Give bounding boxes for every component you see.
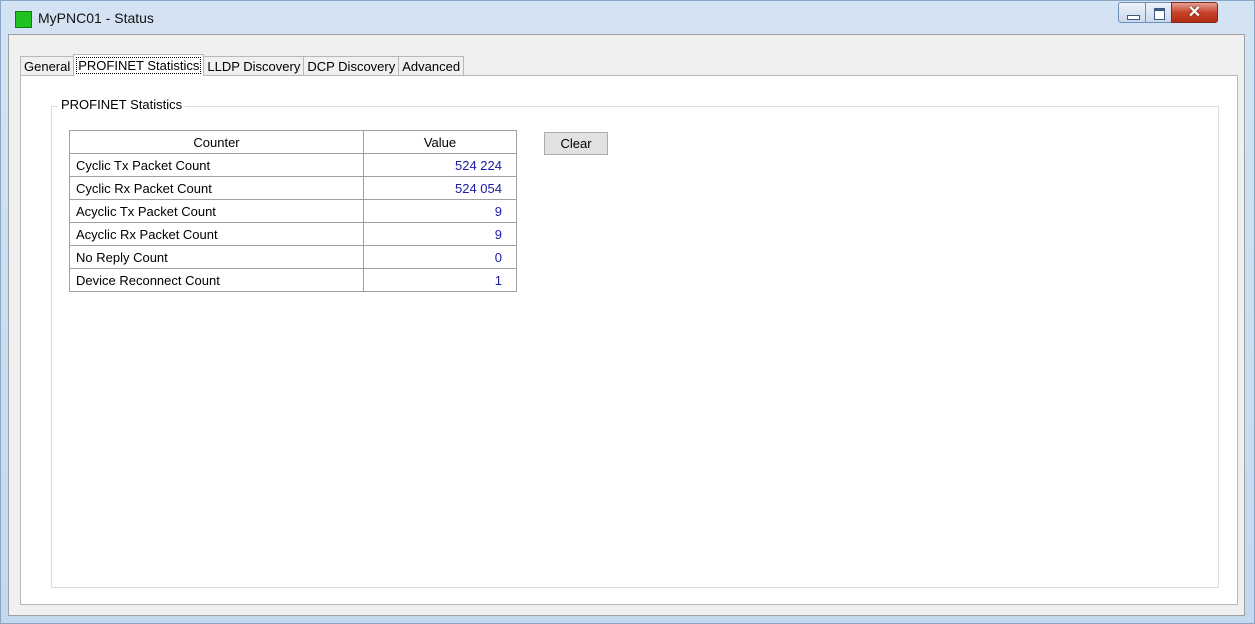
- counter-name: Device Reconnect Count: [69, 268, 364, 292]
- groupbox-title: PROFINET Statistics: [58, 97, 186, 112]
- tab-profinet-statistics[interactable]: PROFINET Statistics: [73, 54, 205, 76]
- counter-name: Acyclic Rx Packet Count: [69, 222, 364, 246]
- table-row[interactable]: Acyclic Tx Packet Count 9: [69, 199, 517, 223]
- counter-name: Acyclic Tx Packet Count: [69, 199, 364, 223]
- minimize-button[interactable]: [1118, 2, 1146, 23]
- counter-value: 524 054: [363, 176, 517, 200]
- close-icon: ✕: [1187, 4, 1202, 21]
- statistics-table: Counter Value Cyclic Tx Packet Count 524…: [69, 130, 517, 292]
- tab-panel-profinet-statistics: PROFINET Statistics Counter Value Cyclic…: [20, 75, 1238, 605]
- minimize-icon: [1127, 15, 1140, 20]
- counter-value: 9: [363, 222, 517, 246]
- counter-value: 0: [363, 245, 517, 269]
- counter-value: 524 224: [363, 153, 517, 177]
- window-title: MyPNC01 - Status: [38, 10, 154, 26]
- table-row[interactable]: Cyclic Rx Packet Count 524 054: [69, 176, 517, 200]
- title-bar[interactable]: MyPNC01 - Status ✕: [1, 1, 1254, 35]
- maximize-icon: [1154, 8, 1165, 20]
- clear-button[interactable]: Clear: [544, 132, 608, 155]
- tab-general[interactable]: General: [20, 56, 75, 76]
- column-header-counter[interactable]: Counter: [69, 130, 364, 154]
- counter-value: 9: [363, 199, 517, 223]
- table-row[interactable]: Cyclic Tx Packet Count 524 224: [69, 153, 517, 177]
- tab-strip: General PROFINET Statistics LLDP Discove…: [20, 54, 465, 76]
- counter-name: No Reply Count: [69, 245, 364, 269]
- table-header-row: Counter Value: [69, 130, 517, 154]
- close-button[interactable]: ✕: [1171, 2, 1218, 23]
- table-row[interactable]: Acyclic Rx Packet Count 9: [69, 222, 517, 246]
- tab-lldp-discovery[interactable]: LLDP Discovery: [203, 56, 305, 76]
- counter-name: Cyclic Tx Packet Count: [69, 153, 364, 177]
- counter-name: Cyclic Rx Packet Count: [69, 176, 364, 200]
- column-header-value[interactable]: Value: [363, 130, 517, 154]
- table-row[interactable]: No Reply Count 0: [69, 245, 517, 269]
- maximize-button[interactable]: [1145, 2, 1172, 23]
- counter-value: 1: [363, 268, 517, 292]
- table-row[interactable]: Device Reconnect Count 1: [69, 268, 517, 292]
- status-indicator-icon: [15, 11, 32, 28]
- tab-dcp-discovery[interactable]: DCP Discovery: [303, 56, 400, 76]
- tab-advanced[interactable]: Advanced: [398, 56, 465, 76]
